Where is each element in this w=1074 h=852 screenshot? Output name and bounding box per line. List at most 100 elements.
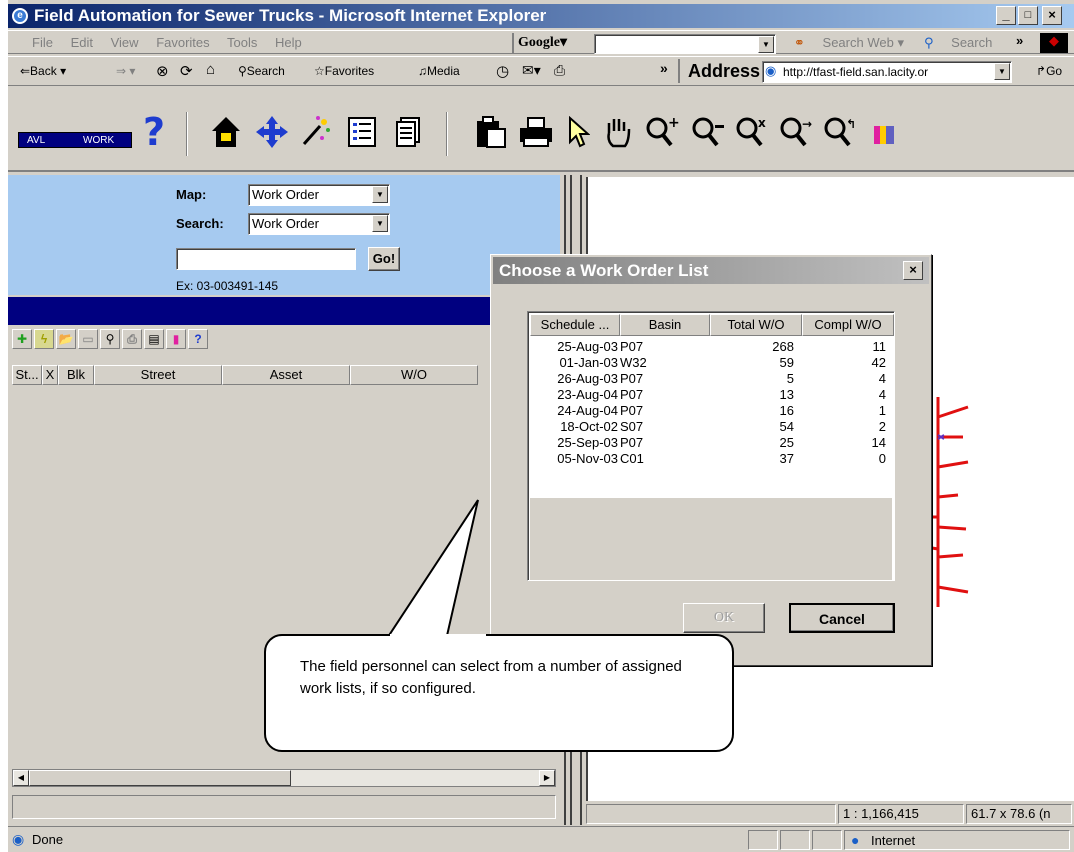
column-header-basin[interactable]: Basin [620,314,710,336]
scroll-left-icon[interactable]: ◀ [13,770,29,786]
lightning-icon[interactable]: ϟ [34,329,54,349]
zoom-in-icon[interactable]: + [644,114,680,150]
row-compl: 14 [871,435,886,450]
document-icon[interactable]: ▤ [144,329,164,349]
chevron-down-icon[interactable]: ▼ [758,36,774,53]
status-text: Done [32,832,64,847]
zoom-previous-icon[interactable]: ↰ [822,114,858,150]
media-button[interactable]: ♫Media [418,64,460,78]
google-search-input[interactable]: ▼ [594,34,776,54]
scroll-thumb[interactable] [29,770,291,786]
menu-help[interactable]: Help [275,35,302,50]
toolbar-overflow[interactable]: » [1016,33,1023,48]
home-icon[interactable]: ⌂ [206,61,215,78]
chevron-down-icon[interactable]: ▼ [994,63,1010,80]
column-header-status[interactable]: St... [12,365,42,385]
search-web-button[interactable]: ⚭ Search Web ▾ [794,35,918,51]
layers-color-icon[interactable] [866,114,902,150]
row-compl: 0 [878,451,886,466]
list-item[interactable]: 18-Oct-02 S07 54 2 [530,419,892,435]
printer-icon[interactable] [518,114,554,150]
column-header-asset[interactable]: Asset [222,365,350,385]
column-header-blk[interactable]: Blk [58,365,94,385]
zoom-out-icon[interactable] [690,114,726,150]
panel-header-bar [8,297,560,325]
binoculars-icon: ⚭ [794,35,805,50]
go-search-button[interactable]: Go! [368,247,400,271]
menu-favorites[interactable]: Favorites [156,35,209,50]
back-button[interactable]: ⇐Back ▾ [20,64,66,78]
close-button[interactable]: × [1042,6,1062,25]
list-item[interactable]: 01-Jan-03 W32 59 42 [530,355,892,371]
nav-overflow[interactable]: » [660,60,668,76]
search-button[interactable]: ⚲Search [238,64,285,78]
work-order-list[interactable]: Schedule ... Basin Total W/O Compl W/O 2… [527,311,895,581]
history-icon[interactable]: ◷ [496,62,509,80]
avl-work-toggle[interactable]: AVL WORK [18,132,132,148]
menu-tools[interactable]: Tools [227,35,257,50]
color-icon[interactable]: ▮ [166,329,186,349]
blank-tool-icon[interactable]: ▭ [78,329,98,349]
column-header-x[interactable]: X [42,365,58,385]
home-extent-icon[interactable] [208,114,244,150]
minimize-button[interactable]: _ [996,6,1016,25]
zoom-full-icon[interactable]: x [734,114,770,150]
clipboard-icon[interactable] [472,114,508,150]
menu-view[interactable]: View [111,35,139,50]
list-item[interactable]: 25-Aug-03 P07 268 11 [530,339,892,355]
pointer-arrow-icon[interactable] [560,114,596,150]
cancel-button[interactable]: Cancel [789,603,895,633]
document-icon[interactable] [390,114,426,150]
column-header-wo[interactable]: W/O [350,365,478,385]
map-select[interactable]: Work Order ▼ [248,184,390,206]
print-icon[interactable]: ⎙ [122,329,142,349]
magic-wand-icon[interactable] [298,114,334,150]
column-header-schedule[interactable]: Schedule ... [530,314,620,336]
list-item[interactable]: 25-Sep-03 P07 25 14 [530,435,892,451]
list-item[interactable]: 26-Aug-03 P07 5 4 [530,371,892,387]
mail-icon[interactable]: ✉▾ [522,62,541,79]
hand-pan-icon[interactable] [600,114,636,150]
refresh-icon[interactable]: ✚ [12,329,32,349]
help-icon[interactable]: ? [136,110,172,154]
address-label: Address [688,61,761,81]
find-icon[interactable]: ⚲ [100,329,120,349]
navigation-bar: ⇐Back ▾ ⇒ ▾ ⊗ ⟳ ⌂ ⚲Search ☆Favorites ♫Me… [8,56,1074,86]
maximize-button[interactable]: □ [1018,6,1038,25]
chevron-down-icon[interactable]: ▼ [372,186,388,203]
column-header-compl-wo[interactable]: Compl W/O [802,314,894,336]
address-input[interactable]: ◉ http://tfast-field.san.lacity.or ▼ [762,61,1012,83]
menu-file[interactable]: File [32,35,53,50]
pan-arrows-icon[interactable] [254,114,290,150]
row-total: 13 [779,387,794,402]
help-icon[interactable]: ? [188,329,208,349]
ok-button[interactable]: OK [683,603,765,633]
search-text-input[interactable] [176,248,356,270]
google-search-button[interactable]: ⚲ Search [924,35,1006,51]
refresh-icon[interactable]: ⟳ [180,62,193,80]
callout-joint [390,634,486,638]
column-header-street[interactable]: Street [94,365,222,385]
search-type-select[interactable]: Work Order ▼ [248,213,390,235]
print-icon[interactable]: ⎙ [554,62,565,79]
row-date: 25-Sep-03 [557,435,618,450]
list-item[interactable]: 05-Nov-03 C01 37 0 [530,451,892,467]
zoom-next-icon[interactable]: → [778,114,814,150]
scroll-right-icon[interactable]: ▶ [539,770,555,786]
forward-button[interactable]: ⇒ ▾ [116,64,135,78]
dialog-close-button[interactable]: × [903,261,923,280]
list-icon[interactable] [344,114,380,150]
google-toolbar-label[interactable]: Google▾ [518,34,567,51]
go-button[interactable]: ↱Go [1036,64,1062,78]
menu-edit[interactable]: Edit [71,35,93,50]
horizontal-scrollbar[interactable]: ◀ ▶ [12,769,556,787]
open-folder-icon[interactable]: 📂 [56,329,76,349]
status-panel [780,830,810,850]
chevron-down-icon[interactable]: ▼ [372,215,388,232]
list-item[interactable]: 24-Aug-04 P07 16 1 [530,403,892,419]
row-basin: S07 [620,419,644,434]
stop-icon[interactable]: ⊗ [156,62,169,80]
column-header-total-wo[interactable]: Total W/O [710,314,802,336]
list-item[interactable]: 23-Aug-04 P07 13 4 [530,387,892,403]
favorites-button[interactable]: ☆Favorites [314,64,374,78]
